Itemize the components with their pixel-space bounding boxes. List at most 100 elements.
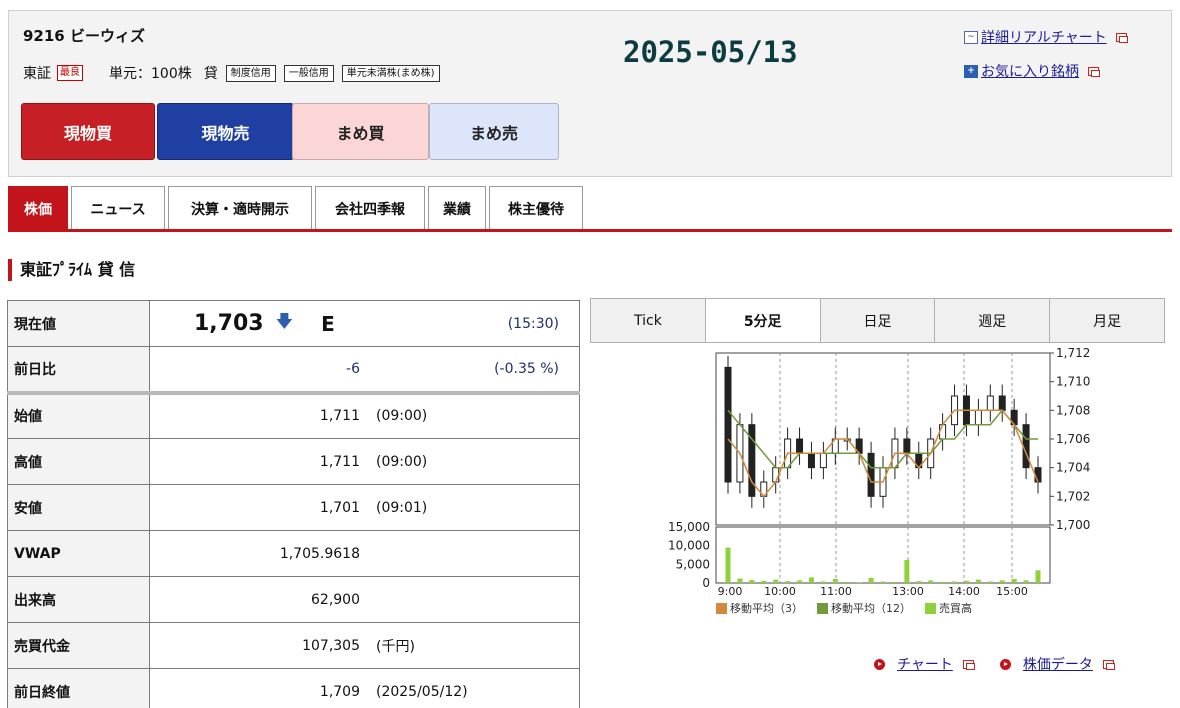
ma3-swatch [716,602,727,614]
ma12-swatch [817,602,828,614]
realtime-chart-link-row: ~ 詳細リアルチャート [964,27,1128,47]
arrow-down-icon: 🡇 [275,312,294,332]
header-links: ~ 詳細リアルチャート + お気に入り銘柄 [964,27,1128,95]
chart-tab-weekly[interactable]: 週足 [935,299,1051,342]
tab-performance[interactable]: 業績 [428,186,486,230]
lend-label: 貸 [203,66,218,82]
volume-tick-label: 5,000 [676,557,710,571]
candle-body [796,438,804,454]
price-data-link[interactable]: 株価データ [1023,654,1093,674]
current-price-label: 現在値 [7,300,150,347]
tab-news[interactable]: ニュース [71,186,165,230]
volume-bar [940,581,946,583]
turnover-row: 売買代金 107,305 (千円) [7,622,580,669]
tab-underline [8,229,1172,232]
stock-header: 9216 ビーウィズ 東証 最良 単元：100株 貸 制度信用 一般信用 単元未… [8,10,1172,177]
change-percent: (-0.35 %) [494,360,559,377]
volume-bar [773,579,779,583]
volume-bar [785,581,791,583]
chart-link[interactable]: チャート [897,654,953,674]
tab-stock-price[interactable]: 株価 [8,186,68,230]
volume-bar [844,581,850,583]
volume-bar [892,581,898,583]
tag-margin-system: 制度信用 [225,64,276,82]
volume-row: 出来高 62,900 [7,576,580,623]
chart-tab-daily[interactable]: 日足 [821,299,936,342]
vwap-row: VWAP 1,705.9618 [7,530,580,577]
volume-bar [725,547,731,583]
volume-bar [1023,580,1029,583]
volume-bar [797,580,803,583]
price-tick-label: 1,710 [1056,375,1090,389]
high-row: 高値 1,711 (09:00) [7,438,580,485]
realtime-chart-link[interactable]: 詳細リアルチャート [981,27,1107,47]
volume-bar [820,581,826,583]
tab-disclosure[interactable]: 決算・適時開示 [168,186,312,230]
quote-table: 現在値 1,703 🡇 E (15:30) 前日比 -6 (-0.35 %) 始… [7,300,580,708]
popup-window-icon [1088,66,1100,77]
volume-plot-area [715,526,1051,584]
candle-body [998,395,1006,411]
popup-window-icon [962,659,975,670]
trading-unit: 単元：100株 [109,66,192,82]
spot-buy-button[interactable]: 現物買 [21,103,155,160]
candle-body [807,452,815,469]
volume-value: 62,900 [311,591,360,608]
chart-legend: 移動平均（3） 移動平均（12） 売買高 [716,600,972,616]
chart-tab-tick[interactable]: Tick [591,299,706,342]
popup-window-icon [1102,659,1115,670]
volume-tick-label: 0 [702,576,710,590]
candle-body [819,452,827,469]
chart-tab-5min[interactable]: 5分足 [705,299,821,342]
volume-bar [868,577,874,583]
legend-ma12: 移動平均（12） [817,600,911,616]
legend-ma3: 移動平均（3） [716,600,803,616]
volume-bar [999,580,1005,583]
volume-tick-label: 10,000 [668,539,710,553]
stock-code-name: 9216 ビーウィズ [23,27,145,45]
popup-window-icon [1115,32,1128,43]
candle-body [1034,467,1042,483]
legend-volume: 売買高 [925,600,972,616]
open-value: 1,711 [319,408,360,425]
price-tick-label: 1,706 [1056,432,1090,446]
candle-body [724,366,732,483]
chart-period-tabs: Tick 5分足 日足 週足 月足 [590,298,1165,343]
arrow-right-icon [874,658,885,670]
x-tick-label: 10:00 [764,585,796,598]
volume-bar [808,577,814,583]
x-tick-label: 9:00 [718,585,743,598]
date-overlay: 2025-05/13 [623,35,798,69]
change-row: 前日比 -6 (-0.35 %) [7,346,580,395]
chart-tab-monthly[interactable]: 月足 [1050,299,1164,342]
tab-shikiho[interactable]: 会社四季報 [315,186,425,230]
volume-bar [856,582,862,583]
price-tick-label: 1,712 [1056,346,1090,360]
favorites-link[interactable]: お気に入り銘柄 [981,61,1079,81]
high-value: 1,711 [319,453,360,470]
prev-close-row: 前日終値 1,709 (2025/05/12) [7,668,580,708]
x-tick-label: 13:00 [892,585,924,598]
tag-odd-lot: 単元未満株(まめ株) [341,64,440,82]
mame-sell-button[interactable]: まめ売 [429,103,559,160]
candle-body [772,467,780,483]
mame-buy-button[interactable]: まめ買 [292,103,429,160]
candle-body [939,424,947,440]
price-tick-label: 1,704 [1056,461,1090,475]
page-tabs: 株価 ニュース 決算・適時開示 会社四季報 業績 株主優待 [8,186,583,230]
plus-icon: + [964,64,978,78]
price-tick-label: 1,708 [1056,403,1090,417]
chart-icon: ~ [964,30,978,44]
low-row: 安値 1,701 (09:01) [7,484,580,531]
section-title: 東証ﾌﾟﾗｲﾑ 貸 信 [8,259,135,281]
candle-body [903,438,911,454]
volume-bar [952,581,958,583]
price-tick-label: 1,700 [1056,518,1090,532]
current-price-time: (15:30) [507,315,559,332]
stock-info-line: 東証 最良 単元：100株 貸 制度信用 一般信用 単元未満株(まめ株) [23,63,440,83]
intraday-chart: 1,712 1,710 1,708 1,706 1,704 1,702 1,700 15,00… [668,346,1090,598]
tab-benefits[interactable]: 株主優待 [489,186,583,230]
current-price-row: 現在値 1,703 🡇 E (15:30) [7,300,580,347]
favorites-link-row: + お気に入り銘柄 [964,61,1127,81]
spot-sell-button[interactable]: 現物売 [157,103,294,160]
